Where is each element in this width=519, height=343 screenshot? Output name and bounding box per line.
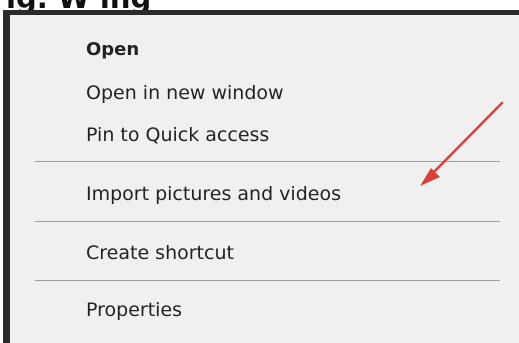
menu-item-open[interactable]: Open — [86, 38, 139, 62]
menu-item-pin-to-quick-access[interactable]: Pin to Quick access — [86, 123, 269, 147]
menu-item-properties[interactable]: Properties — [86, 298, 182, 322]
menu-separator — [35, 161, 500, 162]
menu-separator — [35, 221, 500, 222]
menu-separator — [35, 280, 500, 281]
menu-item-open-in-new-window[interactable]: Open in new window — [86, 81, 284, 105]
menu-item-create-shortcut[interactable]: Create shortcut — [86, 241, 234, 265]
context-menu: Open Open in new window Pin to Quick acc… — [3, 10, 519, 343]
menu-item-import-pictures-and-videos[interactable]: Import pictures and videos — [86, 182, 341, 206]
